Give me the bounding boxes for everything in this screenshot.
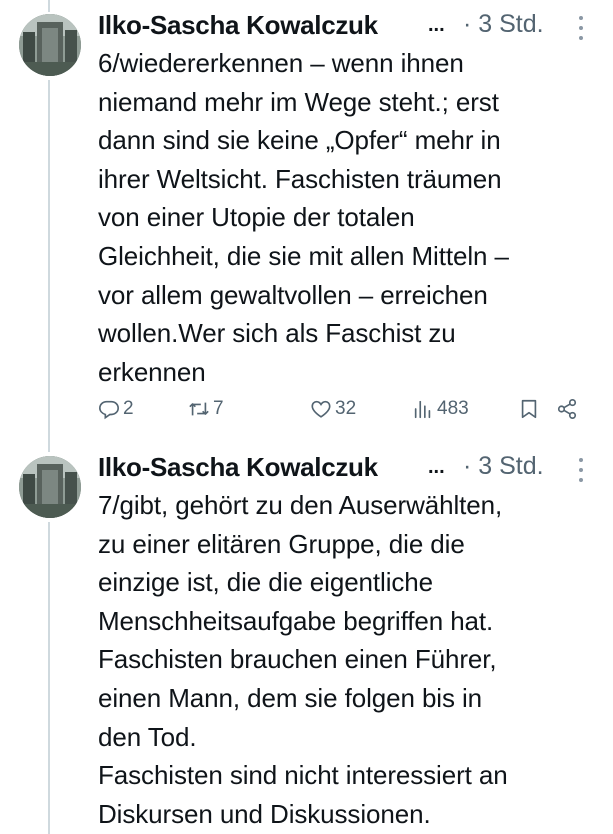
tweet-actions: 2 7 32 483 xyxy=(98,398,598,432)
retweet-icon xyxy=(189,402,209,416)
bookmark-icon xyxy=(521,399,537,419)
thread-line xyxy=(48,522,50,834)
author-name[interactable]: Ilko-Sascha Kowalczuk xyxy=(98,452,378,483)
share-icon xyxy=(557,399,577,419)
avatar[interactable] xyxy=(19,14,81,76)
timestamp[interactable]: · 3 Std. xyxy=(463,452,544,481)
like-button[interactable]: 32 xyxy=(310,398,356,420)
views-icon xyxy=(414,400,431,419)
more-icon[interactable] xyxy=(574,452,588,486)
author-name[interactable]: Ilko-Sascha Kowalczuk xyxy=(98,10,378,41)
share-button[interactable] xyxy=(556,398,578,420)
reply-button[interactable]: 2 xyxy=(98,398,134,420)
avatar-image xyxy=(19,14,81,76)
tweet-text: 7/gibt, gehört zu den Auserwählten, zu e… xyxy=(98,490,508,829)
avatar[interactable] xyxy=(19,456,81,518)
retweet-count: 7 xyxy=(213,398,224,419)
views-count: 483 xyxy=(437,398,469,419)
thread-line xyxy=(48,0,50,12)
thread-line xyxy=(48,80,50,452)
avatar-image xyxy=(19,456,81,518)
timestamp[interactable]: · 3 Std. xyxy=(463,10,544,39)
reply-icon xyxy=(99,400,119,420)
like-count: 32 xyxy=(335,398,357,419)
retweet-button[interactable]: 7 xyxy=(188,398,224,420)
more-icon[interactable] xyxy=(574,10,588,44)
views-button[interactable]: 483 xyxy=(412,398,469,420)
tweet-text: 6/wiedererkennen – wenn ihnen niemand me… xyxy=(98,48,509,387)
tweet-header: Ilko-Sascha Kowalczuk ... · 3 Std. xyxy=(98,452,598,486)
tweet-header: Ilko-Sascha Kowalczuk ... · 3 Std. xyxy=(98,10,598,44)
heart-icon xyxy=(311,400,331,418)
reply-count: 2 xyxy=(123,398,134,419)
bookmark-button[interactable] xyxy=(518,398,540,420)
name-ellipsis: ... xyxy=(428,456,445,478)
name-ellipsis: ... xyxy=(428,14,445,36)
